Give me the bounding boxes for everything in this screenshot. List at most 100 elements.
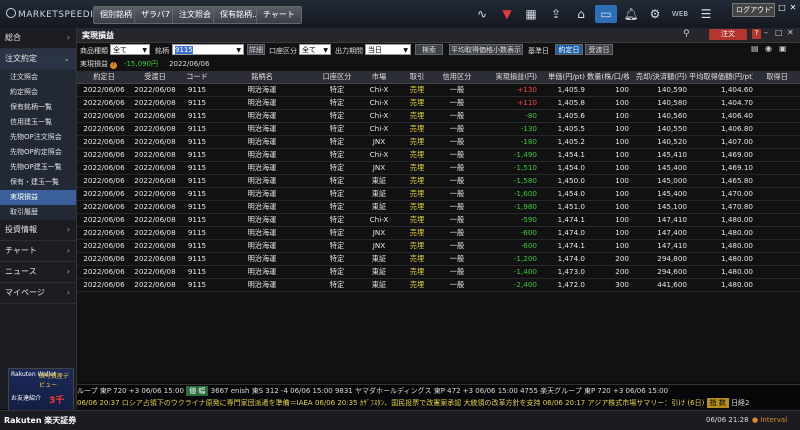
table-cell: 特定: [329, 189, 345, 198]
sidebar-sub-fop-positions[interactable]: 先物OP建玉一覧: [0, 160, 76, 175]
contract-date-button[interactable]: 約定日: [555, 44, 583, 55]
bell-icon[interactable]: 🔔︎: [622, 5, 640, 23]
table-row[interactable]: 2022/06/06 2022/06/08 9115 明治海運 特定 Chi-X 売埋 一般 -…: [77, 123, 800, 136]
export-icon[interactable]: ▣: [779, 44, 787, 53]
table-row[interactable]: 2022/06/06 2022/06/08 9115 明治海運 特定 Chi-X 売埋 一般 -…: [77, 110, 800, 123]
symbol-input[interactable]: 9115 ▼: [172, 44, 244, 55]
home-icon[interactable]: ⌂: [572, 5, 590, 23]
sidebar-sub-trade-history[interactable]: 取引履歴: [0, 205, 76, 220]
table-cell: Chi-X: [369, 150, 389, 159]
table-cell: 明治海運: [247, 267, 277, 276]
status-time: 06/06 21:28: [706, 416, 749, 424]
sidebar-sub-fop-executions[interactable]: 先物OP約定照会: [0, 145, 76, 160]
tab-order-inquiry[interactable]: 注文照会: [172, 6, 218, 24]
table-row[interactable]: 2022/06/06 2022/06/08 9115 明治海運 特定 東証 売埋 一般 -1,5…: [77, 175, 800, 188]
sidebar-item-investment-info[interactable]: 投資情報 ›: [0, 220, 76, 241]
settings-icon[interactable]: ◉: [765, 44, 772, 53]
close-icon[interactable]: ✕: [788, 3, 798, 13]
table-row[interactable]: 2022/06/06 2022/06/08 9115 明治海運 特定 東証 売埋 一般 -1,4…: [77, 266, 800, 279]
table-cell: JNX: [372, 163, 386, 172]
maximize-icon[interactable]: □: [777, 3, 787, 13]
web-icon[interactable]: WEB: [670, 5, 690, 23]
menu-icon[interactable]: ☰: [697, 5, 715, 23]
sidebar-sub-realized-pl[interactable]: 実現損益: [0, 190, 76, 205]
minimize-icon[interactable]: –: [766, 3, 776, 13]
table-cell: 明治海運: [247, 85, 277, 94]
column-header[interactable]: 売却/決済額(円): [631, 71, 687, 83]
sidebar-sub-execution-inquiry[interactable]: 約定照会: [0, 85, 76, 100]
table-cell: 1,480.00: [720, 228, 753, 237]
maximize-panel-icon[interactable]: □: [775, 28, 783, 37]
column-header[interactable]: 市場: [359, 71, 399, 83]
tab-zaraba[interactable]: ザラバ7: [134, 6, 178, 24]
help-icon[interactable]: ?: [752, 29, 761, 39]
sidebar-item-orders[interactable]: 注文約定 ⌄: [0, 49, 76, 70]
table-cell: 1,469.10: [720, 163, 753, 172]
column-header[interactable]: 取引: [401, 71, 433, 83]
gear-icon[interactable]: ⚙: [646, 5, 664, 23]
upload-icon[interactable]: ⇪: [547, 5, 565, 23]
ranking-icon[interactable]: ▼: [498, 5, 516, 23]
sidebar-sub-holdings[interactable]: 保有銘柄一覧: [0, 100, 76, 115]
column-header[interactable]: 受渡日: [129, 71, 181, 83]
news-ticker[interactable]: 06/06 20:37 ロシア占領下のウクライナ原発に専門家団派遣を準備＝IAE…: [77, 397, 800, 409]
account-select[interactable]: 全て ▼: [299, 44, 331, 55]
table-row[interactable]: 2022/06/06 2022/06/08 9115 明治海運 特定 Chi-X 売埋 一般 -…: [77, 149, 800, 162]
print-icon[interactable]: ▤: [751, 44, 759, 53]
table-row[interactable]: 2022/06/06 2022/06/08 9115 明治海運 特定 東証 売埋 一般 -2,4…: [77, 279, 800, 292]
sidebar-item-overview[interactable]: 総合 ›: [0, 28, 76, 49]
column-header[interactable]: 数量(株/口/枚): [587, 71, 629, 83]
tab-chart[interactable]: チャート: [256, 6, 302, 24]
sidebar-sub-order-inquiry[interactable]: 注文照会: [0, 70, 76, 85]
column-header[interactable]: 信用区分: [437, 71, 477, 83]
column-header[interactable]: 単価(円/pt): [539, 71, 585, 83]
order-button[interactable]: 注文: [709, 29, 747, 40]
column-header[interactable]: 実現損益(円): [481, 71, 537, 83]
table-cell: 一般: [449, 111, 465, 120]
decimal-display-button[interactable]: 平均取得価格小数表示: [449, 44, 523, 55]
sidebar-sub-holdings-positions[interactable]: 保有・建玉一覧: [0, 175, 76, 190]
table-row[interactable]: 2022/06/06 2022/06/08 9115 明治海運 特定 東証 売埋 一般 -1,9…: [77, 201, 800, 214]
detail-button[interactable]: 詳細: [247, 44, 265, 55]
table-row[interactable]: 2022/06/06 2022/06/08 9115 明治海運 特定 JNX 売埋 一般 -18…: [77, 136, 800, 149]
tab-stock-detail[interactable]: 個別銘柄: [93, 6, 139, 24]
table-cell: 特定: [329, 137, 345, 146]
link-icon[interactable]: ⚲: [683, 29, 690, 39]
table-row[interactable]: 2022/06/06 2022/06/08 9115 明治海運 特定 東証 売埋 一般 -1,2…: [77, 253, 800, 266]
column-header[interactable]: 銘柄名: [217, 71, 307, 83]
minimize-panel-icon[interactable]: –: [764, 28, 768, 37]
table-cell: 441,600: [657, 280, 687, 289]
table-cell: 1,405.9: [557, 85, 585, 94]
search-button[interactable]: 検索: [415, 44, 443, 55]
chevron-right-icon: ›: [66, 225, 70, 234]
table-row[interactable]: 2022/06/06 2022/06/08 9115 明治海運 特定 JNX 売埋 一般 -60…: [77, 227, 800, 240]
column-header[interactable]: 口座区分: [317, 71, 357, 83]
news-icon[interactable]: ▦: [522, 5, 540, 23]
order-panel-icon[interactable]: ▭: [595, 5, 617, 23]
table-cell: 特定: [329, 215, 345, 224]
table-row[interactable]: 2022/06/06 2022/06/08 9115 明治海運 特定 東証 売埋 一般 -1,6…: [77, 188, 800, 201]
table-cell: -590: [520, 215, 537, 224]
column-header[interactable]: 平均取得価額(円/pt): [689, 71, 753, 83]
price-ticker[interactable]: ループ 東P 720 +3 06/06 15:00 値 幅 3667 enish…: [77, 384, 800, 398]
table-row[interactable]: 2022/06/06 2022/06/08 9115 明治海運 特定 JNX 売埋 一般 -1,…: [77, 162, 800, 175]
close-panel-icon[interactable]: ✕: [787, 28, 794, 37]
column-header[interactable]: 取得日: [757, 71, 797, 83]
table-row[interactable]: 2022/06/06 2022/06/08 9115 明治海運 特定 JNX 売埋 一般 -60…: [77, 240, 800, 253]
table-row[interactable]: 2022/06/06 2022/06/08 9115 明治海運 特定 Chi-X 売埋 一般 -…: [77, 214, 800, 227]
period-select[interactable]: 当日 ▼: [365, 44, 411, 55]
table-row[interactable]: 2022/06/06 2022/06/08 9115 明治海運 特定 Chi-X 売埋 一般 +…: [77, 97, 800, 110]
delivery-date-button[interactable]: 受渡日: [585, 44, 613, 55]
table-row[interactable]: 2022/06/06 2022/06/08 9115 明治海運 特定 Chi-X 売埋 一般 +…: [77, 84, 800, 97]
sidebar-item-chart[interactable]: チャート ›: [0, 241, 76, 262]
ticker-tag-range: 値 幅: [186, 386, 209, 396]
sidebar-sub-margin[interactable]: 信用建玉一覧: [0, 115, 76, 130]
column-header[interactable]: 約定日: [79, 71, 129, 83]
market-wave-icon[interactable]: ∿: [473, 5, 491, 23]
sidebar-item-mypage[interactable]: マイページ ›: [0, 283, 76, 304]
product-select[interactable]: 全て ▼: [110, 44, 150, 55]
sidebar-item-news[interactable]: ニュース ›: [0, 262, 76, 283]
info-icon[interactable]: !: [110, 62, 118, 69]
sidebar-sub-fop-orders[interactable]: 先物OP注文照会: [0, 130, 76, 145]
column-header[interactable]: コード: [183, 71, 211, 83]
